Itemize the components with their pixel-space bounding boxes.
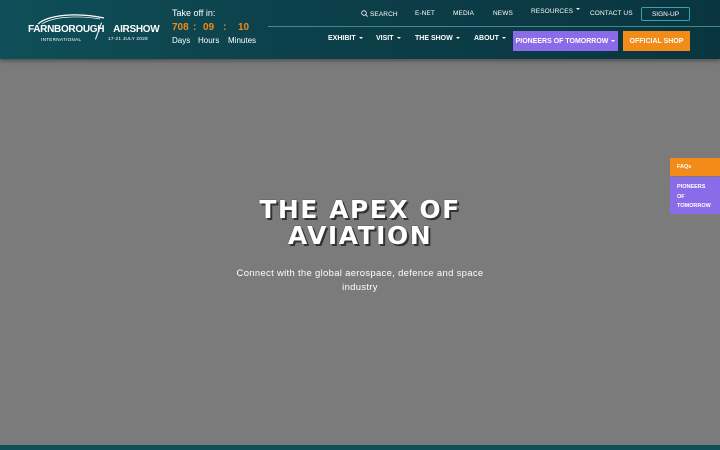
countdown-minutes: 10 [238,22,250,33]
chevron-down-icon [611,40,616,42]
nav-exhibit-label: EXHIBIT [328,35,356,42]
logo-wordmark: FARNBOROUGH AIRSHOW [28,24,160,35]
pioneers-of-tomorrow-button[interactable]: PIONEERS OF TOMORROW [513,31,618,51]
contact-link[interactable]: CONTACT US [590,10,633,17]
resources-label: RESOURCES [531,8,574,15]
nav-about-label: ABOUT [474,35,499,42]
chevron-down-icon [501,37,506,40]
search-label: SEARCH [370,11,398,18]
countdown-days: 708 [172,22,189,33]
countdown-hours: 09 [203,22,215,33]
countdown-values: 708 : 09 : 10 [172,22,262,34]
nav-the-show-label: THE SHOW [415,35,453,42]
hero-title-line-2: AVIATION [287,221,433,250]
site-header: FARNBOROUGH AIRSHOW INTERNATIONAL 17-21 J… [0,0,720,59]
side-tab-faqs[interactable]: FAQs [670,158,720,176]
official-shop-button[interactable]: OFFICIAL SHOP [623,31,690,51]
side-tab-pioneers-line-3: TOMORROW [677,203,711,209]
pioneers-button-label: PIONEERS OF TOMORROW [515,37,609,45]
countdown-separator: : [193,22,197,33]
hero-title: THE APEX OF AVIATION [0,197,720,249]
nav-the-show[interactable]: THE SHOW [415,35,460,42]
logo-farnborough: FARNBOROUGH [28,24,105,35]
nav-visit-label: VISIT [376,35,394,42]
chevron-down-icon [455,37,460,40]
chevron-down-icon [396,37,401,40]
news-link[interactable]: NEWS [493,10,513,17]
side-tab-pioneers-line-1: PIONEERS [677,184,706,190]
search-icon [361,10,368,17]
chevron-down-icon [358,37,363,40]
hero-title-line-1: THE APEX OF [259,195,461,224]
enet-link[interactable]: E-NET [415,10,435,17]
signup-button[interactable]: SIGN-UP [641,7,690,21]
footer-strip [0,445,720,450]
countdown-separator: : [223,22,227,33]
logo-airshow: AIRSHOW [113,24,160,35]
nav-exhibit[interactable]: EXHIBIT [328,35,363,42]
media-link[interactable]: MEDIA [453,10,474,17]
side-tab-pioneers[interactable]: PIONEERS OF TOMORROW [670,177,720,214]
header-divider [268,26,720,27]
chevron-down-icon [576,8,581,10]
top-nav: SEARCH E-NET MEDIA NEWS RESOURCES CONTAC… [0,8,720,20]
side-tab-pioneers-line-2: OF [677,193,685,200]
nav-about[interactable]: ABOUT [474,35,506,42]
nav-visit[interactable]: VISIT [376,35,401,42]
resources-link[interactable]: RESOURCES [531,8,581,15]
hero-subtitle: Connect with the global aerospace, defen… [236,268,484,293]
search-link[interactable]: SEARCH [361,10,398,18]
